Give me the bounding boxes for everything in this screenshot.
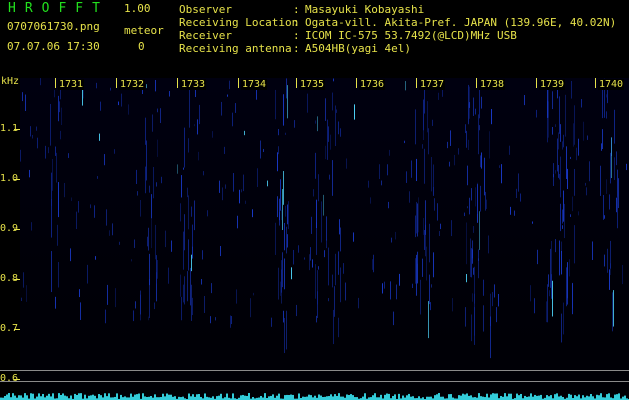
meteor-label: meteor bbox=[124, 24, 164, 37]
file-name: 0707061730.png bbox=[7, 20, 100, 33]
time-label-1740: 1740 bbox=[598, 79, 625, 90]
time-label-1738: 1738 bbox=[479, 79, 506, 90]
time-label-1733: 1733 bbox=[180, 79, 207, 90]
y-tick bbox=[14, 279, 20, 280]
location-colon: : bbox=[293, 16, 300, 29]
time-tick bbox=[177, 78, 178, 88]
antenna-colon: : bbox=[293, 42, 300, 55]
y-tick bbox=[14, 329, 20, 330]
antenna-value: A504HB(yagi 4el) bbox=[305, 42, 411, 55]
location-key: Receiving Location bbox=[179, 16, 299, 29]
app-version: 1.00 bbox=[124, 2, 151, 15]
y-tick bbox=[14, 179, 20, 180]
app-title: HROFFT bbox=[8, 1, 109, 16]
file-datetime: 07.07.06 17:30 bbox=[7, 40, 100, 53]
frequency-unit: kHz bbox=[1, 76, 20, 87]
y-tick bbox=[14, 129, 20, 130]
time-tick bbox=[116, 78, 117, 88]
time-label-1739: 1739 bbox=[539, 79, 566, 90]
time-tick bbox=[296, 78, 297, 88]
time-label-1737: 1737 bbox=[419, 79, 446, 90]
y-tick bbox=[14, 229, 20, 230]
time-label-1735: 1735 bbox=[299, 79, 326, 90]
reference-line-upper bbox=[0, 370, 629, 371]
time-tick bbox=[595, 78, 596, 88]
time-tick bbox=[238, 78, 239, 88]
spectrogram-plot bbox=[20, 78, 629, 400]
reference-line-lower bbox=[0, 381, 629, 382]
observer-colon: : bbox=[293, 3, 300, 16]
receiver-key: Receiver bbox=[179, 29, 232, 42]
location-value: Ogata-vill. Akita-Pref. JAPAN (139.96E, … bbox=[305, 16, 617, 29]
signal-trace bbox=[0, 393, 629, 400]
time-label-1736: 1736 bbox=[359, 79, 386, 90]
time-label-1734: 1734 bbox=[241, 79, 268, 90]
observer-value: Masayuki Kobayashi bbox=[305, 3, 425, 16]
time-tick bbox=[55, 78, 56, 88]
time-tick bbox=[356, 78, 357, 88]
spectrogram-window: HROFFT 1.00 0707061730.png meteor 07.07.… bbox=[0, 0, 629, 400]
receiver-value: ICOM IC-575 53.7492(@LCD)MHz USB bbox=[305, 29, 517, 42]
time-tick bbox=[536, 78, 537, 88]
antenna-key: Receiving antenna bbox=[179, 42, 292, 55]
time-label-1731: 1731 bbox=[58, 79, 85, 90]
time-tick bbox=[416, 78, 417, 88]
receiver-colon: : bbox=[293, 29, 300, 42]
meteor-count: 0 bbox=[138, 40, 145, 53]
time-tick bbox=[476, 78, 477, 88]
y-tick bbox=[14, 379, 20, 380]
signal-streaks bbox=[20, 78, 627, 359]
observer-key: Observer bbox=[179, 3, 232, 16]
time-label-1732: 1732 bbox=[119, 79, 146, 90]
